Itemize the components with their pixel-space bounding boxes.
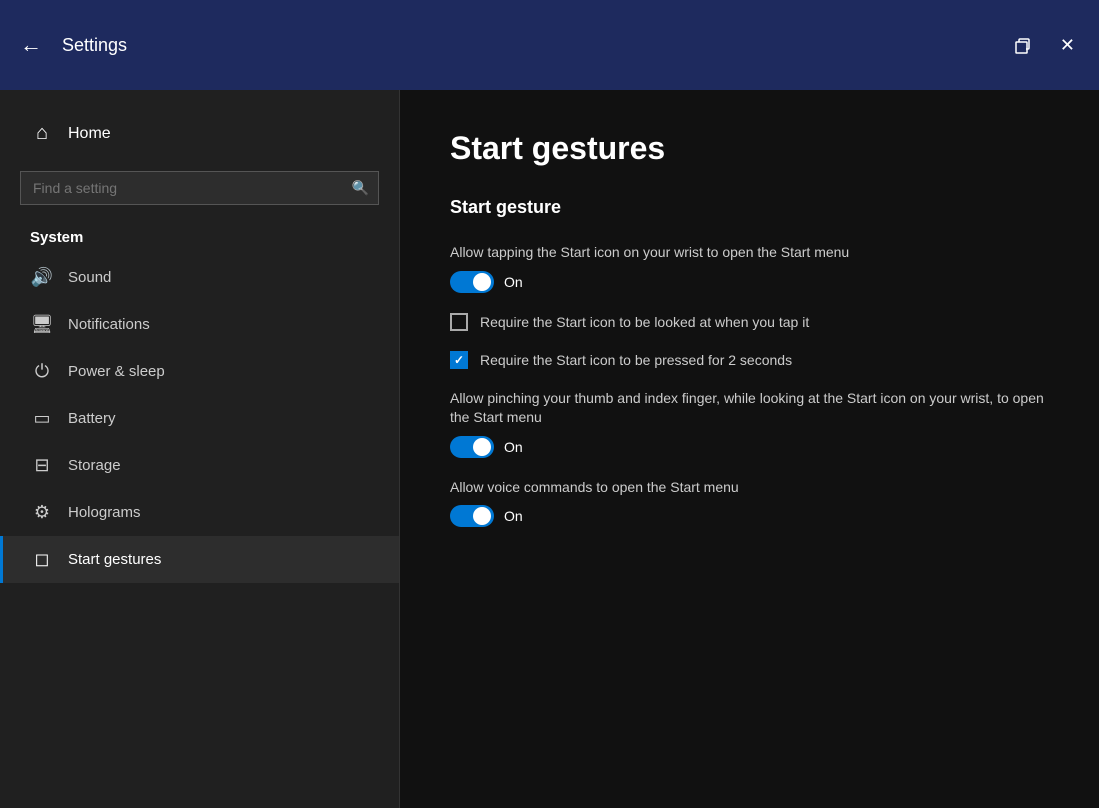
setting-pinch-start: Allow pinching your thumb and index fing… <box>450 389 1049 458</box>
checkbox-label-look: Require the Start icon to be looked at w… <box>480 314 809 330</box>
sidebar: ⌂ Home 🔍 System 🔊 Sound 🖥 Notifications … <box>0 90 400 808</box>
main-layout: ⌂ Home 🔍 System 🔊 Sound 🖥 Notifications … <box>0 90 1099 808</box>
search-icon: 🔍 <box>352 180 369 197</box>
sidebar-item-label: Notifications <box>68 316 150 333</box>
sidebar-item-power[interactable]: ⏻ Power & sleep <box>0 348 399 395</box>
startgestures-icon: ◻ <box>30 549 54 570</box>
battery-icon: ▭ <box>30 408 54 429</box>
notifications-icon: 🖥 <box>30 314 54 335</box>
setting-press-2sec: Require the Start icon to be pressed for… <box>450 351 1049 369</box>
titlebar-title: Settings <box>62 35 127 56</box>
toggle-knob <box>473 273 491 291</box>
toggle-row-pinch: On <box>450 436 1049 458</box>
search-box: 🔍 <box>20 171 379 205</box>
storage-icon: ⊟ <box>30 455 54 476</box>
restore-button[interactable] <box>1008 31 1036 59</box>
sidebar-item-holograms[interactable]: ⚙ Holograms <box>0 489 399 536</box>
checkbox-row-look: Require the Start icon to be looked at w… <box>450 313 1049 331</box>
toggle-knob-voice <box>473 507 491 525</box>
back-button[interactable]: ← <box>20 34 42 56</box>
toggle-voice-start[interactable] <box>450 505 494 527</box>
sidebar-item-home[interactable]: ⌂ Home <box>0 110 399 157</box>
toggle-row-tap: On <box>450 271 1049 293</box>
sidebar-section-label: System <box>0 219 399 254</box>
toggle-label-voice: On <box>504 508 523 524</box>
sidebar-item-storage[interactable]: ⊟ Storage <box>0 442 399 489</box>
sidebar-item-label: Start gestures <box>68 551 161 568</box>
sidebar-item-battery[interactable]: ▭ Battery <box>0 395 399 442</box>
checkbox-press-2sec[interactable] <box>450 351 468 369</box>
checkbox-look-at[interactable] <box>450 313 468 331</box>
search-input[interactable] <box>20 171 379 205</box>
sound-icon: 🔊 <box>30 267 54 288</box>
setting-description-tap: Allow tapping the Start icon on your wri… <box>450 243 1049 263</box>
power-icon: ⏻ <box>30 361 54 382</box>
toggle-knob-pinch <box>473 438 491 456</box>
checkbox-label-press: Require the Start icon to be pressed for… <box>480 352 792 368</box>
holograms-icon: ⚙ <box>30 502 54 523</box>
sidebar-item-label: Battery <box>68 410 116 427</box>
titlebar-controls: ✕ <box>1008 31 1079 60</box>
sidebar-item-label: Power & sleep <box>68 363 165 380</box>
sidebar-item-sound[interactable]: 🔊 Sound <box>0 254 399 301</box>
close-button[interactable]: ✕ <box>1056 31 1079 60</box>
toggle-label-pinch: On <box>504 439 523 455</box>
titlebar: ← Settings ✕ <box>0 0 1099 90</box>
toggle-pinch-start[interactable] <box>450 436 494 458</box>
home-label: Home <box>68 125 111 143</box>
setting-voice-start: Allow voice commands to open the Start m… <box>450 478 1049 528</box>
setting-description-voice: Allow voice commands to open the Start m… <box>450 478 1049 498</box>
sidebar-item-startgestures[interactable]: ◻ Start gestures <box>0 536 399 583</box>
sidebar-item-notifications[interactable]: 🖥 Notifications <box>0 301 399 348</box>
toggle-label-tap: On <box>504 274 523 290</box>
page-title: Start gestures <box>450 130 1049 167</box>
sidebar-item-label: Storage <box>68 457 121 474</box>
setting-look-at: Require the Start icon to be looked at w… <box>450 313 1049 331</box>
home-icon: ⌂ <box>30 122 54 145</box>
checkbox-row-press: Require the Start icon to be pressed for… <box>450 351 1049 369</box>
content-area: Start gestures Start gesture Allow tappi… <box>400 90 1099 808</box>
sidebar-item-label: Holograms <box>68 504 141 521</box>
toggle-tap-start[interactable] <box>450 271 494 293</box>
section-title: Start gesture <box>450 197 1049 218</box>
setting-description-pinch: Allow pinching your thumb and index fing… <box>450 389 1049 428</box>
setting-tap-start: Allow tapping the Start icon on your wri… <box>450 243 1049 293</box>
toggle-row-voice: On <box>450 505 1049 527</box>
sidebar-item-label: Sound <box>68 269 111 286</box>
